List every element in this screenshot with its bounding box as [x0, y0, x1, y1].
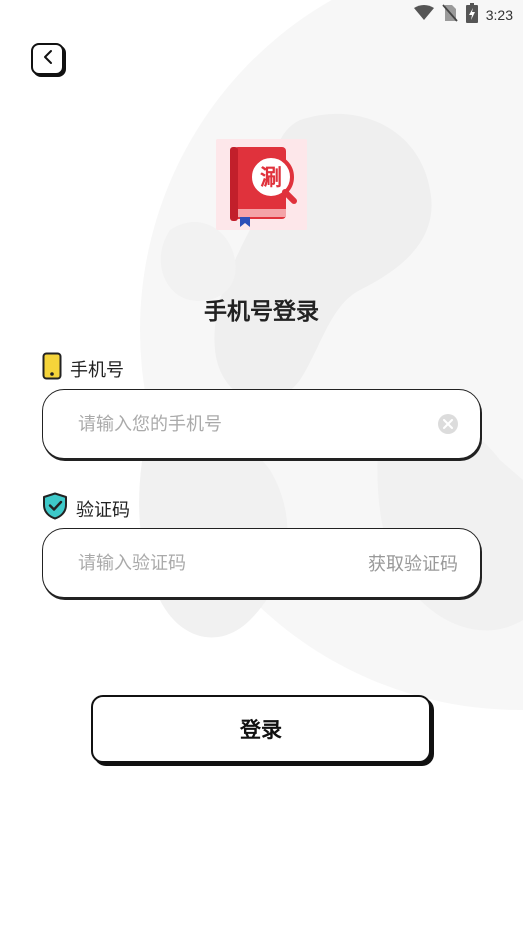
- wifi-icon: [413, 5, 434, 25]
- phone-input[interactable]: [78, 413, 438, 435]
- book-magnifier-logo: 涮: [216, 139, 307, 230]
- login-button[interactable]: 登录: [91, 695, 431, 763]
- code-field-label: 验证码: [42, 492, 130, 525]
- status-bar: 3:23: [0, 0, 523, 30]
- phone-input-box: [42, 389, 481, 459]
- phone-field-label: 手机号: [42, 352, 124, 385]
- status-time: 3:23: [485, 7, 513, 23]
- phone-label-text: 手机号: [70, 359, 124, 381]
- no-sim-icon: [442, 4, 458, 26]
- chevron-left-icon: [41, 49, 55, 69]
- logo-glyph: 涮: [260, 166, 282, 191]
- code-label-text: 验证码: [76, 499, 130, 521]
- shield-check-icon: [42, 492, 68, 525]
- get-code-button[interactable]: 获取验证码: [368, 550, 458, 576]
- page-title: 手机号登录: [204, 299, 319, 325]
- code-input-box: 获取验证码: [42, 528, 481, 598]
- status-icons: 3:23: [413, 3, 513, 27]
- code-input[interactable]: [78, 552, 368, 574]
- app-logo: 涮: [216, 139, 307, 230]
- clear-icon[interactable]: [438, 414, 458, 434]
- back-button[interactable]: [31, 43, 64, 75]
- battery-icon: [465, 3, 478, 27]
- phone-icon: [42, 352, 62, 385]
